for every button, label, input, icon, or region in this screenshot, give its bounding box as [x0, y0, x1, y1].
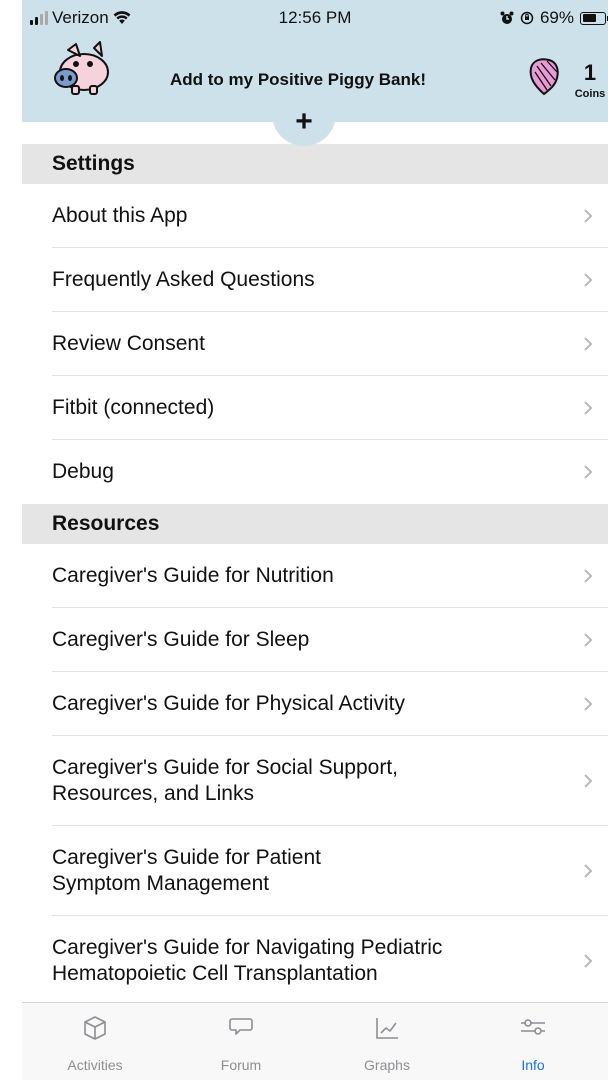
- chevron-right-icon: [584, 401, 593, 415]
- list-item-review-consent[interactable]: Review Consent: [22, 312, 608, 376]
- section-header-settings: Settings: [22, 144, 608, 184]
- chevron-right-icon: [584, 633, 593, 647]
- tab-label: Info: [521, 1057, 545, 1073]
- battery-percent: 69%: [539, 8, 574, 27]
- list-item-label: Fitbit (connected): [52, 396, 215, 419]
- list-item-guide-nutrition[interactable]: Caregiver's Guide for Nutrition: [22, 544, 608, 608]
- header-band: Verizon 12:56 PM 69% Add to my Positive …: [22, 0, 608, 122]
- section-header-resources: Resources: [22, 504, 608, 544]
- tab-info[interactable]: Info: [460, 1003, 606, 1080]
- chevron-right-icon: [584, 273, 593, 287]
- chevron-right-icon: [584, 569, 593, 583]
- gem-coin-icon: [529, 58, 559, 96]
- chevron-right-icon: [584, 774, 593, 788]
- list-item-fitbit[interactable]: Fitbit (connected): [22, 376, 608, 440]
- coin-label: Coins: [574, 88, 606, 100]
- piggy-bank-icon[interactable]: [50, 40, 114, 96]
- list-item-guide-physical-activity[interactable]: Caregiver's Guide for Physical Activity: [22, 672, 608, 736]
- list-item-guide-sleep[interactable]: Caregiver's Guide for Sleep: [22, 608, 608, 672]
- list-item-label: Caregiver's Guide for Social Support, Re…: [52, 756, 399, 805]
- list-item-guide-social-support[interactable]: Caregiver's Guide for Social Support, Re…: [22, 736, 608, 826]
- list-item-guide-hct[interactable]: Caregiver's Guide for Navigating Pediatr…: [22, 916, 608, 1006]
- list-item-faq[interactable]: Frequently Asked Questions: [22, 248, 608, 312]
- sliders-icon: [521, 1019, 545, 1035]
- tab-label: Graphs: [364, 1057, 410, 1073]
- chart-icon: [376, 1018, 398, 1039]
- chevron-right-icon: [584, 697, 593, 711]
- chevron-right-icon: [584, 209, 593, 223]
- list-item-label: Caregiver's Guide for Sleep: [52, 628, 310, 651]
- status-bar: Verizon 12:56 PM 69%: [22, 0, 608, 36]
- tab-graphs[interactable]: Graphs: [314, 1003, 460, 1080]
- chat-bubble-icon: [229, 1018, 253, 1035]
- tab-forum[interactable]: Forum: [168, 1003, 314, 1080]
- chevron-right-icon: [584, 954, 593, 968]
- chevron-right-icon: [584, 864, 593, 878]
- alarm-icon: [500, 11, 514, 24]
- list-item-label: Frequently Asked Questions: [52, 268, 315, 291]
- rotation-lock-icon: [520, 11, 534, 25]
- list-item-label: Debug: [52, 460, 114, 483]
- list-item-label: Caregiver's Guide for Navigating Pediatr…: [52, 936, 443, 985]
- app-screen: Verizon 12:56 PM 69% Add to my Positive …: [0, 0, 608, 1080]
- tab-label: Forum: [220, 1057, 262, 1073]
- list-item-label: Caregiver's Guide for Nutrition: [52, 564, 334, 587]
- tab-bar: Activities Forum Graphs Info: [22, 1002, 608, 1080]
- list-item-label: Caregiver's Guide for Patient Symptom Ma…: [52, 846, 321, 895]
- header-title[interactable]: Add to my Positive Piggy Bank!: [170, 70, 426, 90]
- coin-count: 1: [583, 60, 597, 85]
- cube-icon: [84, 1016, 106, 1040]
- list-item-label: Caregiver's Guide for Physical Activity: [52, 692, 405, 715]
- tab-activities[interactable]: Activities: [22, 1003, 168, 1080]
- chevron-right-icon: [584, 465, 593, 479]
- list-item-about-app[interactable]: About this App: [22, 184, 608, 248]
- list-item-debug[interactable]: Debug: [22, 440, 608, 504]
- battery-icon: [580, 11, 608, 25]
- list-item-label: About this App: [52, 204, 188, 227]
- plus-icon: +: [295, 105, 313, 138]
- chevron-right-icon: [584, 337, 593, 351]
- tab-label: Activities: [67, 1057, 123, 1073]
- list-item-label: Review Consent: [52, 332, 205, 355]
- list-item-guide-symptom-management[interactable]: Caregiver's Guide for Patient Symptom Ma…: [22, 826, 608, 916]
- status-right: 69%: [500, 8, 608, 28]
- settings-list: Settings About this App Frequently Asked…: [22, 122, 608, 1006]
